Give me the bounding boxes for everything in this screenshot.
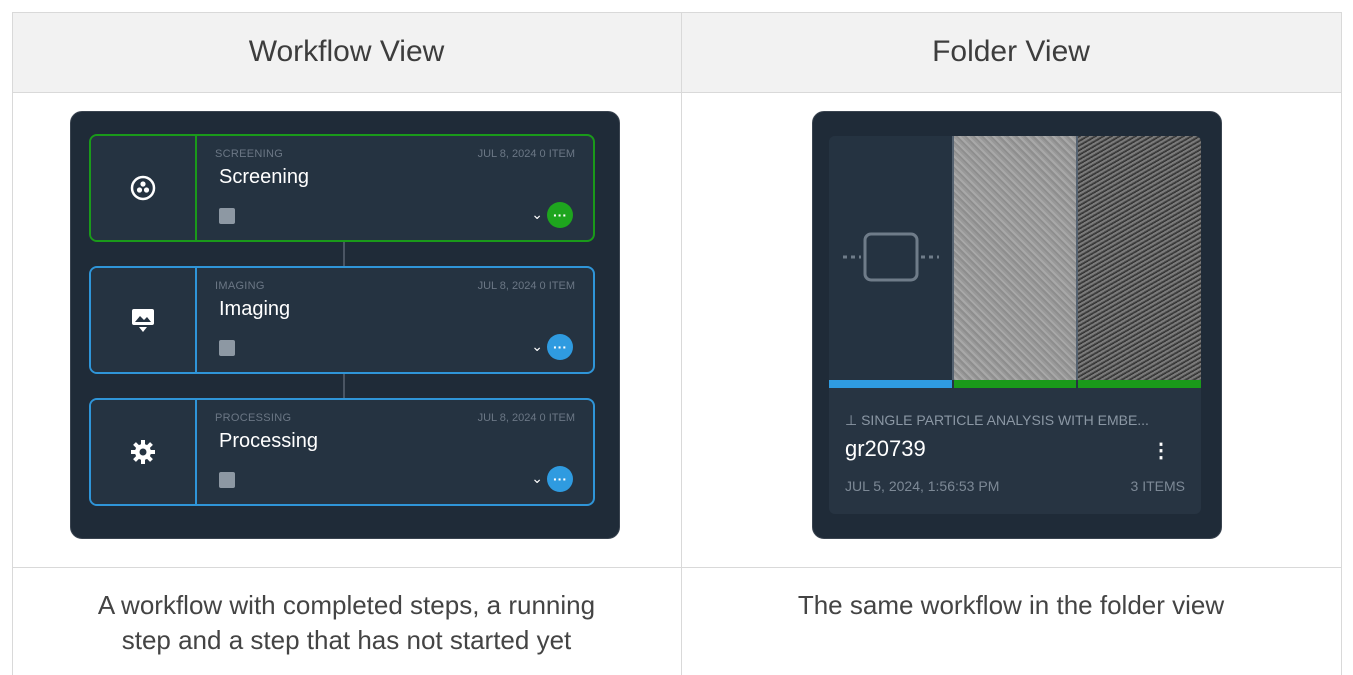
workflow-step-processing[interactable]: PROCESSING JUL 8, 2024 0 ITEM Processing… [89, 398, 595, 506]
imaging-icon [132, 309, 154, 332]
step-tag: SCREENING [215, 148, 284, 160]
folder-subtitle-text: SINGLE PARTICLE ANALYSIS WITH EMBE... [861, 412, 1149, 428]
status-bar-green [1078, 380, 1201, 388]
micrograph-thumbnail [1077, 136, 1201, 380]
folder-timestamp: JUL 5, 2024, 1:56:53 PM [845, 478, 1000, 494]
header-workflow-view: Workflow View [12, 12, 681, 92]
step-title: Processing [219, 430, 318, 452]
more-options-button[interactable]: ··· [547, 202, 573, 228]
edit-icon[interactable] [219, 340, 235, 356]
comparison-table: Workflow View Folder View SCREENING JUL … [0, 0, 1353, 675]
caption-folder: The same workflow in the folder view [681, 588, 1341, 623]
step-icon-box [91, 268, 197, 372]
chevron-down-icon[interactable]: ⌄ [531, 206, 543, 223]
chevron-down-icon[interactable]: ⌄ [531, 338, 543, 355]
caption-line: step and a step that has not started yet [121, 625, 572, 655]
status-bar-green [954, 380, 1076, 388]
screening-icon [130, 175, 156, 201]
folder-item-count: 3 ITEMS [1130, 478, 1185, 494]
step-icon-box [91, 400, 197, 504]
workflow-step-screening[interactable]: SCREENING JUL 8, 2024 0 ITEM Screening ⌄… [89, 134, 595, 242]
folder-name: gr20739 [845, 436, 926, 461]
more-options-button[interactable]: ··· [547, 334, 573, 360]
folder-subtitle: ⊥ SINGLE PARTICLE ANALYSIS WITH EMBE... [845, 412, 1149, 429]
edit-icon[interactable] [219, 472, 235, 488]
folder-card[interactable]: ⊥ SINGLE PARTICLE ANALYSIS WITH EMBE... … [829, 136, 1201, 514]
hierarchy-icon: ⊥ [845, 412, 858, 428]
more-options-button[interactable]: ··· [547, 466, 573, 492]
workflow-thumbnail [829, 136, 953, 380]
workflow-panel: SCREENING JUL 8, 2024 0 ITEM Screening ⌄… [70, 111, 620, 539]
workflow-step-imaging[interactable]: IMAGING JUL 8, 2024 0 ITEM Imaging ⌄ ··· [89, 266, 595, 374]
status-bar-blue [829, 380, 952, 388]
step-title: Imaging [219, 298, 291, 320]
gear-icon [131, 440, 155, 464]
step-tag: IMAGING [215, 280, 265, 292]
caption-workflow: A workflow with completed steps, a runni… [12, 588, 681, 658]
chevron-down-icon[interactable]: ⌄ [531, 470, 543, 487]
folder-panel: ⊥ SINGLE PARTICLE ANALYSIS WITH EMBE... … [812, 111, 1222, 539]
micrograph-thumbnail [953, 136, 1077, 380]
step-tag: PROCESSING [215, 412, 292, 424]
caption-line: The same workflow in the folder view [797, 590, 1225, 620]
caption-line: A workflow with completed steps, a runni… [97, 590, 596, 620]
step-date: JUL 8, 2024 0 ITEM [477, 412, 575, 424]
step-icon-box [91, 136, 197, 240]
step-title: Screening [219, 166, 310, 188]
edit-icon[interactable] [219, 208, 235, 224]
workflow-node-icon [843, 232, 939, 282]
step-date: JUL 8, 2024 0 ITEM [477, 148, 575, 160]
kebab-menu-icon[interactable]: ⋮ [1151, 438, 1171, 463]
step-date: JUL 8, 2024 0 ITEM [477, 280, 575, 292]
header-folder-view: Folder View [681, 12, 1341, 92]
